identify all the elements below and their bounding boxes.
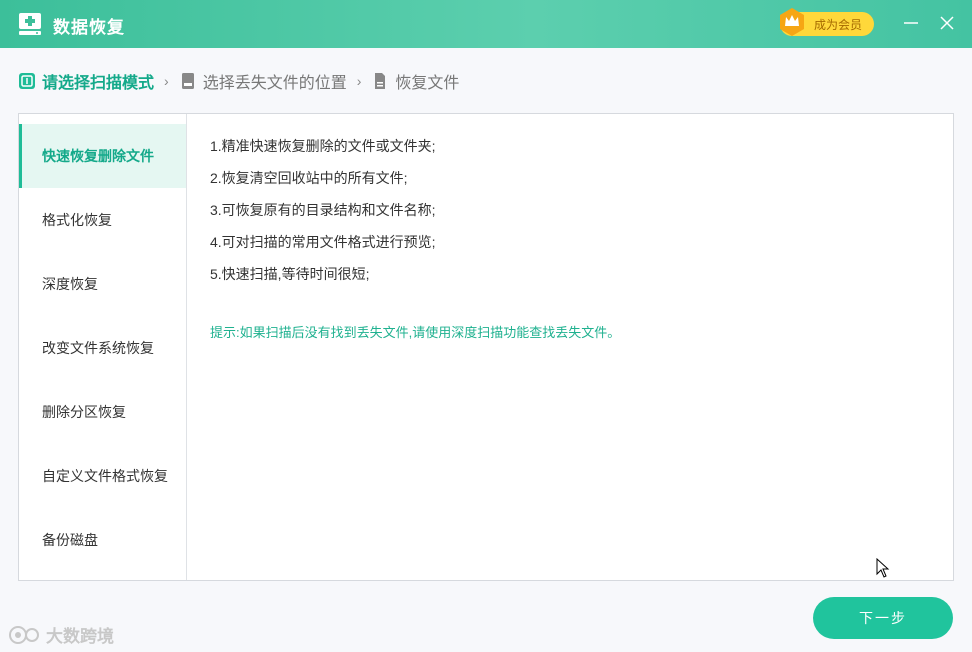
scan-mode-format-recover[interactable]: 格式化恢复: [19, 188, 186, 252]
become-member-label: 成为会员: [814, 18, 863, 32]
scan-mode-list: 快速恢复删除文件 格式化恢复 深度恢复 改变文件系统恢复 删除分区恢复 自定义文…: [19, 114, 187, 580]
scan-mode-filesystem-recover[interactable]: 改变文件系统恢复: [19, 316, 186, 380]
close-icon[interactable]: [936, 12, 958, 34]
breadcrumb-step-scan-mode: 请选择扫描模式: [18, 69, 154, 93]
scan-mode-deep-recover[interactable]: 深度恢复: [19, 252, 186, 316]
scan-mode-backup-disk[interactable]: 备份磁盘: [19, 508, 186, 572]
mouse-cursor-icon: [876, 558, 890, 578]
watermark-logo-icon: [9, 625, 39, 644]
minimize-icon[interactable]: [900, 12, 922, 34]
breadcrumb-step-location: 选择丢失文件的位置: [179, 69, 347, 93]
watermark-text: 大数跨境: [46, 627, 114, 646]
drive-icon: [181, 73, 194, 89]
scan-mode-quick-recover[interactable]: 快速恢复删除文件: [19, 124, 186, 188]
mode-description: 1.精准快速恢复删除的文件或文件夹; 2.恢复清空回收站中的所有文件; 3.可恢…: [210, 136, 930, 341]
breadcrumb-label: 请选择扫描模式: [42, 75, 155, 92]
breadcrumb-label: 恢复文件: [395, 75, 460, 92]
scan-mode-custom-format-recover[interactable]: 自定义文件格式恢复: [19, 444, 186, 508]
description-line: 1.精准快速恢复删除的文件或文件夹;: [210, 138, 436, 154]
breadcrumb: 请选择扫描模式 › 选择丢失文件的位置 › 恢复文件: [18, 68, 459, 94]
title-bar: 数据恢复 成为会员: [0, 0, 972, 48]
plus-disk-icon: [19, 13, 41, 35]
breadcrumb-separator: ›: [356, 73, 362, 89]
app-title: 数据恢复: [53, 18, 125, 37]
description-line: 2.恢复清空回收站中的所有文件;: [210, 170, 408, 186]
description-line: 5.快速扫描,等待时间很短;: [210, 266, 370, 282]
description-line: 3.可恢复原有的目录结构和文件名称;: [210, 202, 436, 218]
breadcrumb-step-recover: 恢复文件: [371, 69, 459, 93]
breadcrumb-label: 选择丢失文件的位置: [202, 75, 347, 92]
become-member-button[interactable]: 成为会员: [780, 8, 874, 36]
scan-mode-partition-recover[interactable]: 删除分区恢复: [19, 380, 186, 444]
watermark: 大数跨境: [8, 622, 114, 647]
scan-mode-panel: 快速恢复删除文件 格式化恢复 深度恢复 改变文件系统恢复 删除分区恢复 自定义文…: [18, 113, 954, 581]
description-line: 4.可对扫描的常用文件格式进行预览;: [210, 234, 436, 250]
file-icon: [375, 73, 386, 89]
tip-text: 提示:如果扫描后没有找到丢失文件,请使用深度扫描功能查找丢失文件。: [210, 325, 621, 340]
scan-icon: [19, 73, 35, 89]
crown-icon: [780, 8, 804, 36]
next-step-button[interactable]: 下一步: [813, 597, 953, 639]
breadcrumb-separator: ›: [164, 73, 169, 89]
